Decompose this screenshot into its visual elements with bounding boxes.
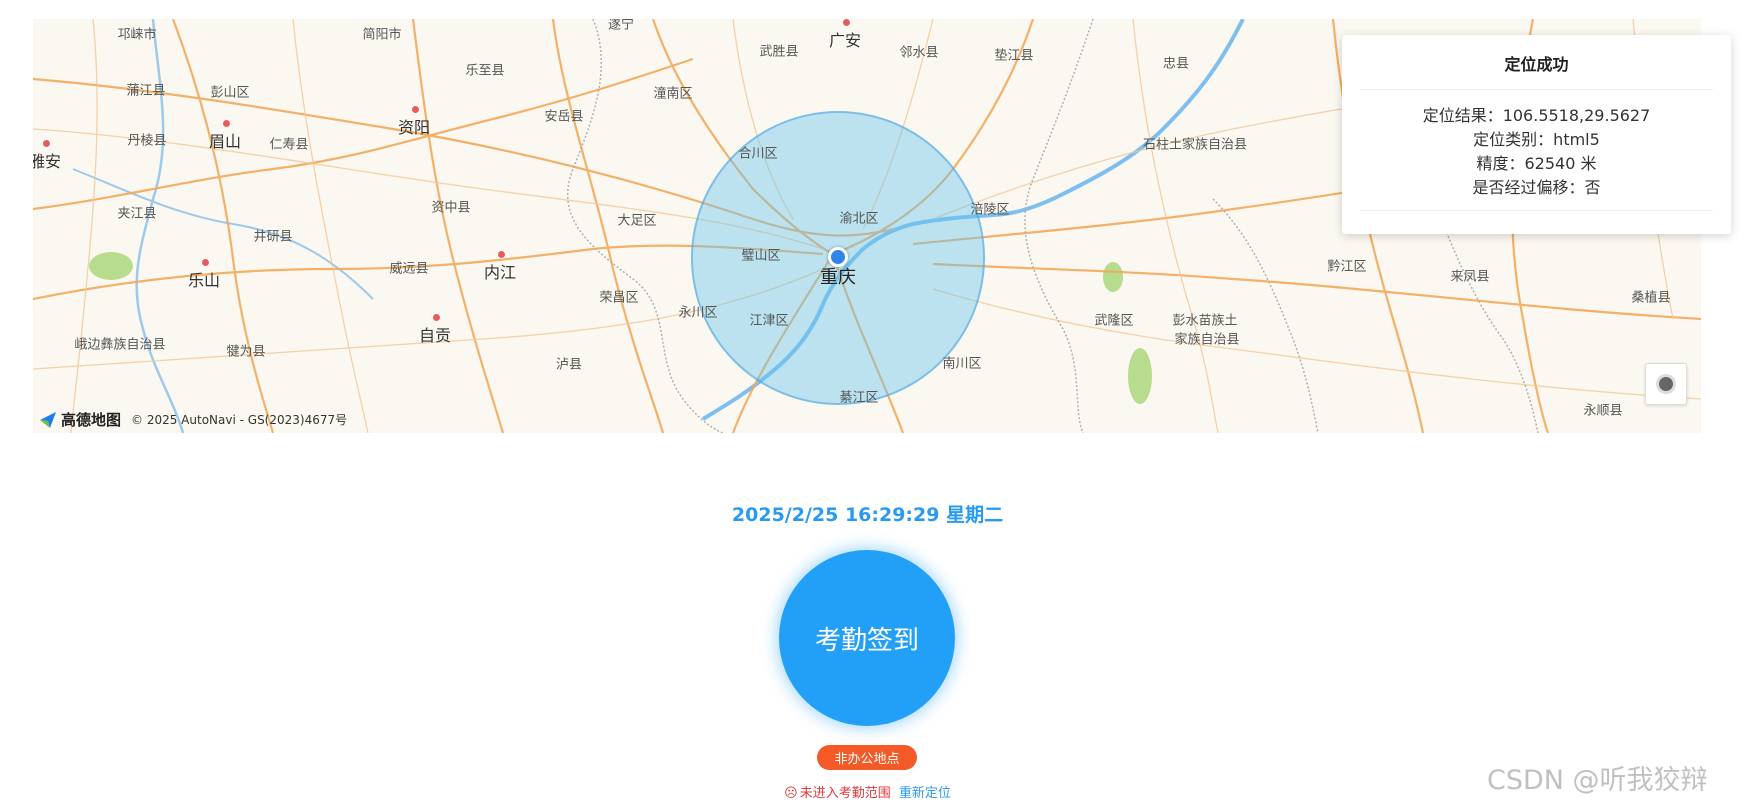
range-status-row: ☹ 未进入考勤范围 重新定位 [0, 782, 1735, 801]
map-copyright: © 2025 AutoNavi - GS(2023)4677号 [131, 413, 348, 427]
map-place-label: 合川区 [738, 146, 778, 162]
map-place-label: 綦江区 [839, 390, 879, 406]
map-logo-text: 高德地图 [61, 411, 122, 429]
map-place-label: 渝北区 [839, 211, 879, 227]
map-place-label: 潼南区 [653, 86, 693, 102]
map-place-label: 内江 [484, 250, 516, 283]
range-warning: ☹ 未进入考勤范围 [784, 786, 895, 801]
sad-face-icon: ☹ [784, 786, 798, 801]
map-place-label: 仁寿县 [269, 137, 309, 153]
map-place-label: 犍为县 [226, 344, 266, 360]
map-place-label: 邻水县 [899, 45, 939, 61]
map-place-label: 家族自治县 [1174, 332, 1240, 348]
map-place-label: 乐山 [188, 258, 220, 291]
map-place-label: 大足区 [617, 213, 657, 229]
location-type: 定位类别：html5 [1473, 130, 1600, 149]
map-place-label: 彭山区 [210, 85, 250, 101]
watermark: CSDN @听我狡辩 [1487, 765, 1708, 796]
geolocate-button[interactable] [1645, 363, 1687, 405]
map-place-label: 黔江区 [1327, 259, 1367, 275]
map-place-label: 重庆 [820, 267, 856, 288]
location-offset: 是否经过偏移：否 [1472, 178, 1601, 197]
checkin-button[interactable]: 考勤签到 [779, 550, 955, 726]
location-info-body: 定位结果：106.5518,29.5627 定位类别：html5 精度：6254… [1360, 90, 1713, 211]
map-place-label: 眉山 [209, 119, 241, 152]
range-warning-text: 未进入考勤范围 [799, 786, 891, 801]
map-place-label: 永川区 [678, 305, 718, 321]
map-place-label: 资中县 [431, 200, 471, 216]
relocate-link[interactable]: 重新定位 [899, 786, 951, 801]
map-place-label: 遂宁 [607, 19, 635, 33]
current-datetime: 2025/2/25 16:29:29 星期二 [731, 504, 1004, 526]
map-place-label: 雅安 [33, 139, 61, 172]
map-place-label: 忠县 [1162, 56, 1190, 72]
map-place-label: 武胜县 [759, 44, 799, 60]
location-info-title: 定位成功 [1360, 35, 1713, 90]
status-badge: 非办公地点 [817, 745, 917, 770]
location-info-panel: 定位成功 定位结果：106.5518,29.5627 定位类别：html5 精度… [1342, 35, 1731, 234]
location-result: 定位结果：106.5518,29.5627 [1422, 106, 1651, 125]
map-place-label: 安岳县 [544, 109, 584, 125]
map-place-label: 泸县 [555, 357, 583, 373]
map-place-label: 南川区 [942, 356, 982, 372]
map-place-label: 荣昌区 [599, 290, 639, 306]
map-place-label: 峨边彝族自治县 [74, 337, 166, 353]
map-attribution: 高德地图 © 2025 AutoNavi - GS(2023)4677号 [39, 409, 347, 430]
map-place-label: 璧山区 [741, 248, 781, 264]
map-place-label: 威远县 [389, 261, 429, 277]
map-place-label: 井研县 [253, 229, 293, 245]
locate-icon [1656, 374, 1676, 394]
map-place-label: 夹江县 [117, 206, 157, 222]
map-place-label: 涪陵区 [970, 202, 1010, 218]
map-place-label: 石柱土家族自治县 [1142, 137, 1248, 153]
map-place-label: 乐至县 [465, 63, 505, 79]
map-place-label: 江津区 [749, 313, 789, 329]
map-place-label: 蒲江县 [126, 83, 166, 99]
map-place-label: 邛崃市 [117, 27, 157, 43]
amap-logo-icon [40, 411, 56, 428]
map-place-label: 自贡 [419, 313, 451, 346]
location-accuracy: 精度：62540 米 [1476, 154, 1597, 173]
map-place-label: 来凤县 [1450, 269, 1490, 285]
map-place-label: 简阳市 [362, 27, 402, 43]
map-place-label: 丹棱县 [127, 133, 167, 149]
map-place-label: 垫江县 [994, 48, 1034, 64]
map-place-label: 彭水苗族土 [1172, 313, 1238, 329]
map-place-label: 广安 [829, 19, 861, 51]
map-place-label: 桑植县 [1631, 290, 1671, 306]
map-place-label: 资阳 [398, 105, 430, 138]
map-place-label: 武隆区 [1094, 313, 1134, 329]
map-place-label: 永顺县 [1583, 403, 1623, 419]
